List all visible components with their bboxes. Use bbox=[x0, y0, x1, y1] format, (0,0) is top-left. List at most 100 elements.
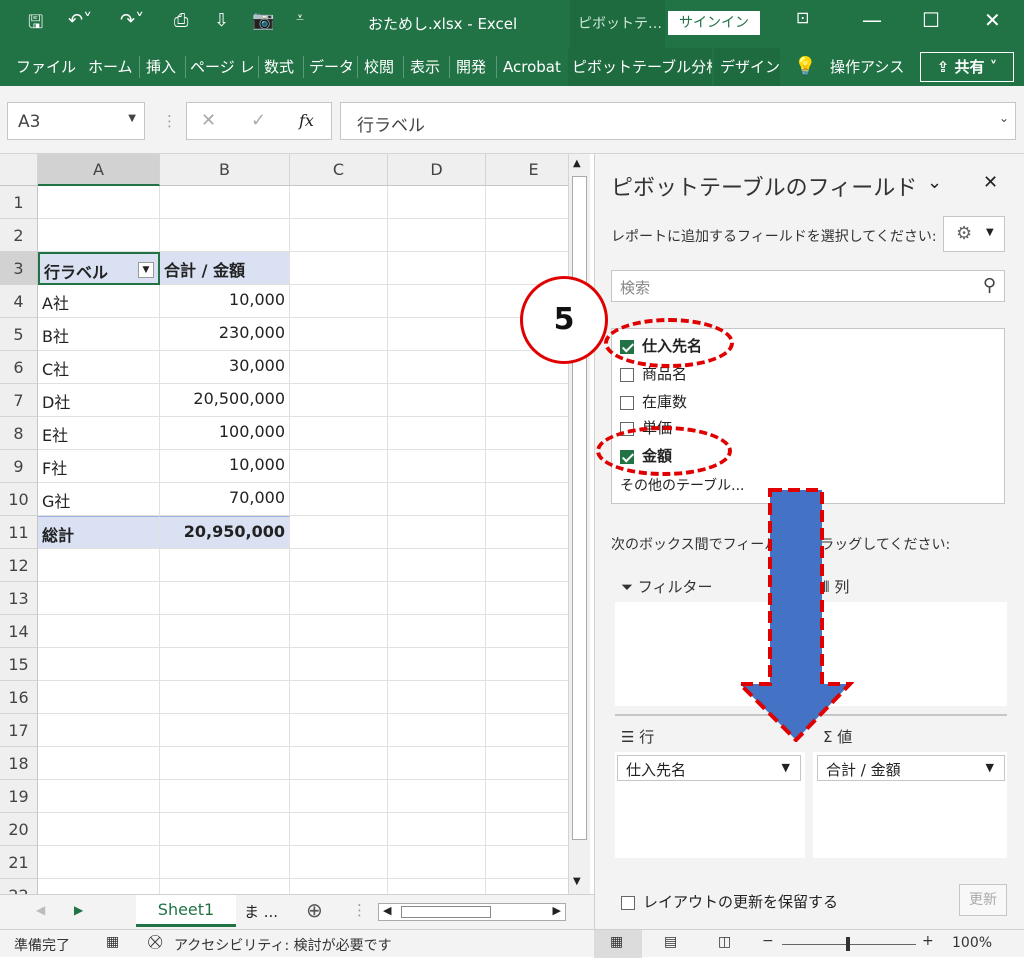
update-button[interactable]: 更新 bbox=[959, 884, 1007, 916]
cell[interactable] bbox=[290, 351, 388, 384]
cell[interactable] bbox=[160, 648, 290, 681]
cell[interactable] bbox=[38, 648, 160, 681]
row-header[interactable]: 9 bbox=[0, 450, 38, 483]
cell[interactable]: 合計 / 金額 bbox=[160, 252, 290, 285]
row-header[interactable]: 12 bbox=[0, 549, 38, 582]
export-icon[interactable]: ⇩ bbox=[214, 10, 229, 31]
row-header[interactable]: 17 bbox=[0, 714, 38, 747]
row-header[interactable]: 13 bbox=[0, 582, 38, 615]
field-item-stock[interactable]: 在庫数 bbox=[620, 391, 687, 412]
col-header-b[interactable]: B bbox=[160, 154, 290, 186]
row-header[interactable]: 16 bbox=[0, 681, 38, 714]
cell[interactable]: G社 bbox=[38, 483, 160, 516]
row-header[interactable]: 18 bbox=[0, 747, 38, 780]
active-cell[interactable]: 行ラベル ▼ bbox=[38, 252, 160, 285]
cell[interactable] bbox=[290, 813, 388, 846]
expand-formula-icon[interactable]: ⌄ bbox=[999, 111, 1009, 125]
cell[interactable] bbox=[290, 780, 388, 813]
cell[interactable]: 総計 bbox=[38, 516, 160, 549]
cell[interactable] bbox=[486, 186, 570, 219]
cell[interactable] bbox=[388, 813, 486, 846]
save-icon[interactable]: 🖫 bbox=[28, 10, 43, 40]
cell[interactable] bbox=[290, 285, 388, 318]
row-header[interactable]: 15 bbox=[0, 648, 38, 681]
cell[interactable]: 10,000 bbox=[160, 450, 290, 483]
cell[interactable] bbox=[486, 714, 570, 747]
more-tables-link[interactable]: その他のテーブル... bbox=[620, 475, 745, 495]
cell[interactable] bbox=[38, 681, 160, 714]
cell[interactable] bbox=[160, 879, 290, 894]
tab-scroll-left-icon[interactable]: ◀ bbox=[36, 903, 45, 917]
cell[interactable] bbox=[486, 813, 570, 846]
checkbox-icon[interactable] bbox=[620, 367, 634, 382]
cell[interactable] bbox=[388, 879, 486, 894]
cell[interactable] bbox=[160, 186, 290, 219]
cell[interactable] bbox=[290, 648, 388, 681]
accessibility-status[interactable]: アクセシビリティ: 検討が必要です bbox=[174, 935, 392, 955]
panel-options-chevron-icon[interactable]: ⌄ bbox=[927, 172, 942, 193]
sheet-tab-other[interactable]: ま ... bbox=[244, 901, 278, 922]
row-header[interactable]: 2 bbox=[0, 219, 38, 252]
row-header[interactable]: 4 bbox=[0, 285, 38, 318]
cell[interactable] bbox=[290, 450, 388, 483]
cell[interactable]: 10,000 bbox=[160, 285, 290, 318]
enter-icon[interactable]: ✓ bbox=[251, 110, 266, 131]
tab-scroll-right-icon[interactable]: ▶ bbox=[74, 903, 83, 917]
scroll-up-icon[interactable]: ▲ bbox=[573, 158, 581, 169]
undo-icon[interactable]: ↶˅ bbox=[68, 10, 92, 31]
cell[interactable] bbox=[290, 417, 388, 450]
cell[interactable] bbox=[486, 483, 570, 516]
share-button[interactable]: ⇪ 共有 ˅ bbox=[920, 52, 1014, 82]
col-header-a[interactable]: A bbox=[38, 154, 160, 186]
cancel-icon[interactable]: ✕ bbox=[201, 110, 216, 131]
formula-input[interactable]: 行ラベル ⌄ bbox=[340, 102, 1016, 140]
scroll-down-icon[interactable]: ▼ bbox=[573, 876, 581, 887]
signin-button[interactable]: サインイン bbox=[668, 11, 760, 35]
cell[interactable] bbox=[486, 582, 570, 615]
tab-pivot-analyze[interactable]: ピボットテーブル分析 bbox=[568, 48, 712, 86]
cell[interactable] bbox=[290, 615, 388, 648]
tab-file[interactable]: ファイル bbox=[16, 48, 76, 86]
cell[interactable] bbox=[486, 780, 570, 813]
sheet-tab-sheet1[interactable]: Sheet1 bbox=[136, 895, 236, 927]
cell[interactable]: F社 bbox=[38, 450, 160, 483]
select-all-corner[interactable] bbox=[0, 154, 38, 186]
tab-home[interactable]: ホーム bbox=[88, 48, 136, 86]
worksheet-grid[interactable]: A B C D E 1 2 3 行ラベル ▼ 合計 / 金額 4 A社 10,000 5 B社 230… bbox=[0, 154, 570, 894]
cell[interactable] bbox=[290, 186, 388, 219]
row-header[interactable]: 3 bbox=[0, 252, 38, 285]
cell[interactable] bbox=[486, 219, 570, 252]
scroll-left-icon[interactable]: ◀ bbox=[383, 904, 391, 917]
insert-function-icon[interactable]: fx bbox=[299, 111, 314, 130]
cell[interactable] bbox=[290, 384, 388, 417]
cell[interactable] bbox=[388, 648, 486, 681]
zoom-thumb[interactable] bbox=[846, 937, 850, 951]
tab-view[interactable]: 表示 bbox=[410, 48, 446, 86]
cell[interactable] bbox=[388, 846, 486, 879]
cell[interactable] bbox=[388, 252, 486, 285]
row-header[interactable]: 10 bbox=[0, 483, 38, 516]
defer-update-checkbox[interactable]: レイアウトの更新を保留する bbox=[621, 891, 838, 912]
close-icon[interactable]: ✕ bbox=[984, 8, 1001, 32]
cell[interactable] bbox=[388, 351, 486, 384]
cell[interactable] bbox=[38, 879, 160, 894]
cell[interactable] bbox=[486, 549, 570, 582]
cell[interactable] bbox=[160, 615, 290, 648]
panel-close-icon[interactable]: ✕ bbox=[983, 172, 998, 193]
vertical-scrollbar[interactable]: ▲ ▼ bbox=[568, 154, 590, 894]
redo-icon[interactable]: ↷˅ bbox=[120, 10, 144, 31]
row-header[interactable]: 1 bbox=[0, 186, 38, 219]
tab-acrobat[interactable]: Acrobat bbox=[503, 48, 565, 86]
cell[interactable] bbox=[160, 582, 290, 615]
cell[interactable] bbox=[388, 780, 486, 813]
cell[interactable] bbox=[486, 615, 570, 648]
cell[interactable] bbox=[38, 186, 160, 219]
cell[interactable] bbox=[388, 417, 486, 450]
cell[interactable] bbox=[486, 747, 570, 780]
cell[interactable] bbox=[388, 681, 486, 714]
tell-me-box[interactable]: 操作アシス bbox=[830, 48, 908, 86]
cell[interactable] bbox=[290, 483, 388, 516]
cell[interactable] bbox=[38, 846, 160, 879]
customize-qat-icon[interactable]: ⩡ bbox=[296, 10, 304, 26]
tab-design[interactable]: デザイン bbox=[714, 48, 780, 86]
